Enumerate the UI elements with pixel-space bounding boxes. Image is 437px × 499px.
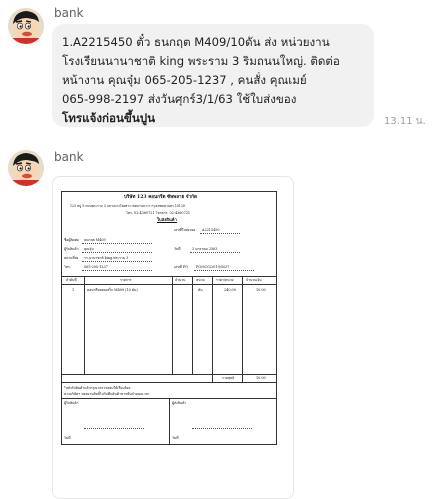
table-border (62, 374, 276, 375)
doc-no-label: เลขที่ใบส่งของ (174, 228, 196, 232)
table-border (62, 284, 276, 285)
table-cell: ตัน (198, 288, 203, 292)
table-border (62, 382, 276, 383)
table-border (172, 276, 173, 374)
signature-date-label: วันที่ (64, 436, 71, 440)
date-label: วันที่ (174, 247, 181, 251)
divider (82, 243, 152, 244)
table-cell: 10.00 (256, 288, 266, 292)
table-border (192, 276, 193, 374)
message-bubble[interactable]: 1.A2215450 ตั๋ว ธนกฤต M409/10ดัน ส่ง หน่… (52, 24, 374, 127)
divider (84, 428, 144, 429)
doc-no-value: A2215450 (202, 228, 220, 232)
table-border (212, 276, 213, 382)
avatar[interactable] (8, 8, 44, 44)
tel-value: 065-205-1237 (84, 265, 108, 269)
table-border (62, 276, 276, 277)
table-cell: 240.00 (224, 288, 236, 292)
divider (82, 270, 152, 271)
delivery-note-document: บริษัท 123 คอนกรีต ซัพพลาย จำกัด 123 หมู… (61, 191, 277, 445)
company-phone: โทร. 02-4360721 โทรสาร. 02-4360721 (126, 211, 191, 215)
message-line: โรงเรียนนานาชาติ king พระราม 3 ริมถนนใหญ… (62, 54, 340, 68)
place-value: รร.นานาชาติ king พระราม 3 (84, 256, 129, 260)
po-label: เลขที่ PO (174, 265, 188, 269)
sender-name: bank (54, 150, 84, 164)
place-label: สถานที่ส่ง (64, 256, 79, 260)
image-attachment[interactable]: บริษัท 123 คอนกรีต ซัพพลาย จำกัด 123 หมู… (52, 176, 294, 499)
company-address: 123 หมู่ 5 ถนนพระราม 3 แขวงบางโพงพาง เขต… (70, 204, 185, 208)
customer-value: ธนกฤต M409 (84, 238, 106, 242)
column-header: รายการ (120, 278, 132, 282)
message-timestamp: 13.11 น. (384, 116, 426, 127)
total-value: 10.00 (256, 376, 266, 380)
column-header: จำนวนเงิน (246, 278, 262, 282)
note-text: *หลังรับสินค้าแล้วกรุณาตรวจสอบให้เรียบร้… (64, 386, 131, 390)
divider (190, 252, 240, 253)
note-text: ทางบริษัทฯ ขอสงวนสิทธิ์ไม่รับคืนสินค้าหา… (64, 392, 150, 396)
document-title: ใบส่งสินค้า (157, 217, 177, 222)
message-line: หน้างาน คุณจุ๋ม 065-205-1237 , คนสั่ง คุ… (62, 73, 307, 87)
divider (200, 233, 240, 234)
tel-label: โทร. (64, 265, 71, 269)
cartoon-boy-avatar-icon (8, 150, 44, 186)
table-cell: 1 (72, 288, 75, 292)
signature-date-label: วันที่ (172, 436, 179, 440)
column-header: จำนวน (175, 278, 186, 282)
divider (194, 270, 254, 271)
avatar[interactable] (8, 150, 44, 186)
table-border (84, 276, 85, 374)
date-value: 3 มกราคม 2563 (192, 247, 218, 251)
customer-label: ชื่อผู้ติดต่อ (64, 238, 79, 242)
message-line: 1.A2215450 ตั๋ว ธนกฤต M409/10ดัน ส่ง หน่… (62, 35, 330, 49)
table-border (242, 276, 243, 382)
po-value: PO/SCG/2019/0037 (196, 265, 230, 269)
company-name: บริษัท 123 คอนกรีต ซัพพลาย จำกัด (124, 195, 197, 200)
total-label: รวมสุทธิ (222, 376, 235, 380)
column-header: ลำดับที่ (66, 278, 77, 282)
column-header: ราคา/หน่วย (216, 278, 234, 282)
message-line: โทรแจ้งก่อนขึ้นปูน (62, 111, 156, 125)
divider (192, 428, 252, 429)
signature-label: ผู้ส่งสินค้า (172, 401, 187, 405)
sender-name: bank (54, 6, 84, 20)
message-line: 065-998-2197 ส่งวันศุกร์3/1/63 ใช้ใบส่งข… (62, 92, 297, 106)
divider (82, 261, 152, 262)
divider (82, 252, 152, 253)
signature-label: ผู้รับสินค้า (64, 401, 79, 405)
contact-label: ผู้รับสินค้า (64, 247, 79, 251)
table-cell: คอนกรีตผสมเสร็จ M409 (10 ตัน) (87, 288, 138, 292)
contact-value: คุณจุ๋ม (84, 247, 94, 251)
column-header: หน่วย (196, 278, 205, 282)
section-border (169, 398, 170, 445)
cartoon-boy-avatar-icon (8, 8, 44, 44)
